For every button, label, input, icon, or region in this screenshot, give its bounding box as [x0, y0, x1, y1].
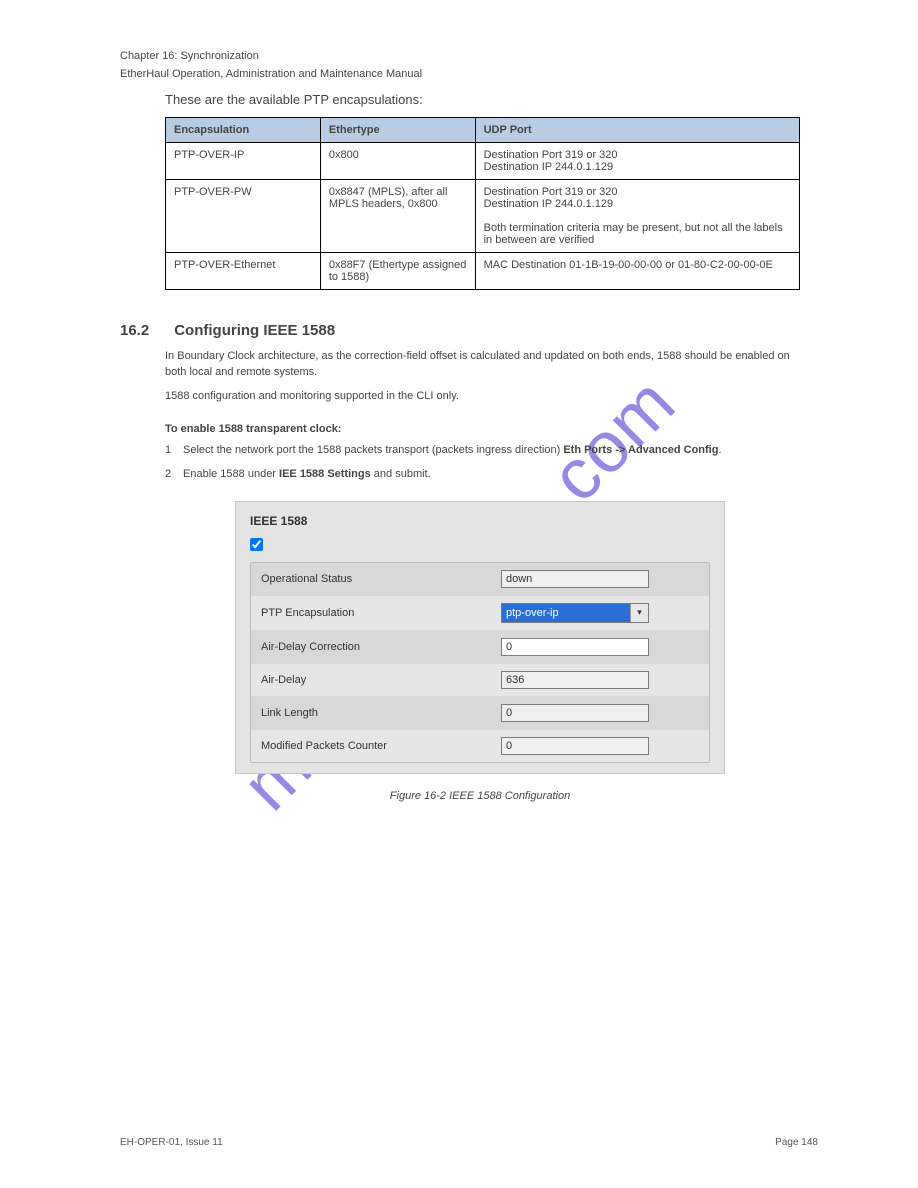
body-paragraph-2: 1588 configuration and monitoring suppor… — [165, 389, 805, 405]
section-heading: 16.2 Configuring IEEE 1588 — [120, 322, 818, 339]
label-link-length: Link Length — [261, 707, 501, 719]
th-encap: Encapsulation — [166, 118, 321, 143]
step-text: Select the network port the 1588 packets… — [183, 444, 563, 456]
cell-ethertype: 0x8847 (MPLS), after all MPLS headers, 0… — [320, 180, 475, 253]
page-footer: EH-OPER-01, Issue 11 Page 148 — [120, 1137, 818, 1148]
table-header-row: Encapsulation Ethertype UDP Port — [166, 118, 800, 143]
cell-udp: Destination Port 319 or 320 Destination … — [475, 180, 799, 253]
label-air-delay-correction: Air-Delay Correction — [261, 641, 501, 653]
row-air-delay-correction: Air-Delay Correction — [251, 631, 709, 664]
cell-encap: PTP-OVER-Ethernet — [166, 253, 321, 290]
table-row: PTP-OVER-PW 0x8847 (MPLS), after all MPL… — [166, 180, 800, 253]
step-2: 2 Enable 1588 under IEE 1588 Settings an… — [165, 467, 818, 483]
cell-ethertype: 0x88F7 (Ethertype assigned to 1588) — [320, 253, 475, 290]
enable-1588-checkbox-row — [250, 538, 710, 556]
operational-status-field — [501, 570, 649, 588]
step-text: Enable 1588 under — [183, 468, 279, 480]
encapsulation-table: Encapsulation Ethertype UDP Port PTP-OVE… — [165, 117, 800, 290]
th-ethertype: Ethertype — [320, 118, 475, 143]
footer-right: Page 148 — [775, 1137, 818, 1148]
row-modified-packets-counter: Modified Packets Counter — [251, 730, 709, 762]
table-row: PTP-OVER-Ethernet 0x88F7 (Ethertype assi… — [166, 253, 800, 290]
header-chapter: Chapter 16: Synchronization — [120, 50, 818, 62]
air-delay-correction-input[interactable] — [501, 638, 649, 656]
cell-encap: PTP-OVER-IP — [166, 143, 321, 180]
row-operational-status: Operational Status — [251, 563, 709, 596]
label-ptp-encapsulation: PTP Encapsulation — [261, 607, 501, 619]
step-1: 1 Select the network port the 1588 packe… — [165, 443, 818, 459]
figure-caption: Figure 16-2 IEEE 1588 Configuration — [235, 790, 725, 802]
enable-1588-checkbox[interactable] — [250, 538, 263, 551]
page-content: Chapter 16: Synchronization EtherHaul Op… — [0, 0, 918, 842]
steps-title: To enable 1588 transparent clock: — [165, 423, 818, 435]
step-suffix: . — [718, 444, 721, 456]
row-link-length: Link Length — [251, 697, 709, 730]
chevron-down-icon[interactable]: ▾ — [630, 604, 648, 622]
link-length-field — [501, 704, 649, 722]
label-air-delay: Air-Delay — [261, 674, 501, 686]
body-paragraph-1: In Boundary Clock architecture, as the c… — [165, 349, 805, 381]
cell-udp: MAC Destination 01-1B-19-00-00-00 or 01-… — [475, 253, 799, 290]
cell-encap: PTP-OVER-PW — [166, 180, 321, 253]
intro-text: These are the available PTP encapsulatio… — [165, 92, 818, 107]
row-air-delay: Air-Delay — [251, 664, 709, 697]
modified-packets-counter-field — [501, 737, 649, 755]
nav-path: IEE 1588 Settings — [279, 468, 371, 480]
step-body: Select the network port the 1588 packets… — [183, 443, 722, 459]
footer-left: EH-OPER-01, Issue 11 — [120, 1137, 223, 1148]
section-number: 16.2 — [120, 322, 149, 339]
label-modified-packets-counter: Modified Packets Counter — [261, 740, 501, 752]
settings-panel: Operational Status PTP Encapsulation ptp… — [250, 562, 710, 763]
panel-title: IEEE 1588 — [250, 514, 710, 528]
th-udp-port: UDP Port — [475, 118, 799, 143]
step-number: 1 — [165, 443, 183, 459]
ptp-encapsulation-select[interactable]: ptp-over-ip ▾ — [501, 603, 649, 623]
select-value: ptp-over-ip — [502, 604, 630, 622]
cell-ethertype: 0x800 — [320, 143, 475, 180]
step-number: 2 — [165, 467, 183, 483]
label-operational-status: Operational Status — [261, 573, 501, 585]
ieee-1588-panel: IEEE 1588 Operational Status PTP Encapsu… — [235, 501, 725, 774]
row-ptp-encapsulation: PTP Encapsulation ptp-over-ip ▾ — [251, 596, 709, 631]
nav-path: Eth Ports -> Advanced Config — [563, 444, 718, 456]
header-doc: EtherHaul Operation, Administration and … — [120, 68, 818, 80]
table-row: PTP-OVER-IP 0x800 Destination Port 319 o… — [166, 143, 800, 180]
section-title: Configuring IEEE 1588 — [174, 322, 335, 339]
cell-udp: Destination Port 319 or 320 Destination … — [475, 143, 799, 180]
step-suffix: and submit. — [371, 468, 431, 480]
step-body: Enable 1588 under IEE 1588 Settings and … — [183, 467, 431, 483]
air-delay-field — [501, 671, 649, 689]
